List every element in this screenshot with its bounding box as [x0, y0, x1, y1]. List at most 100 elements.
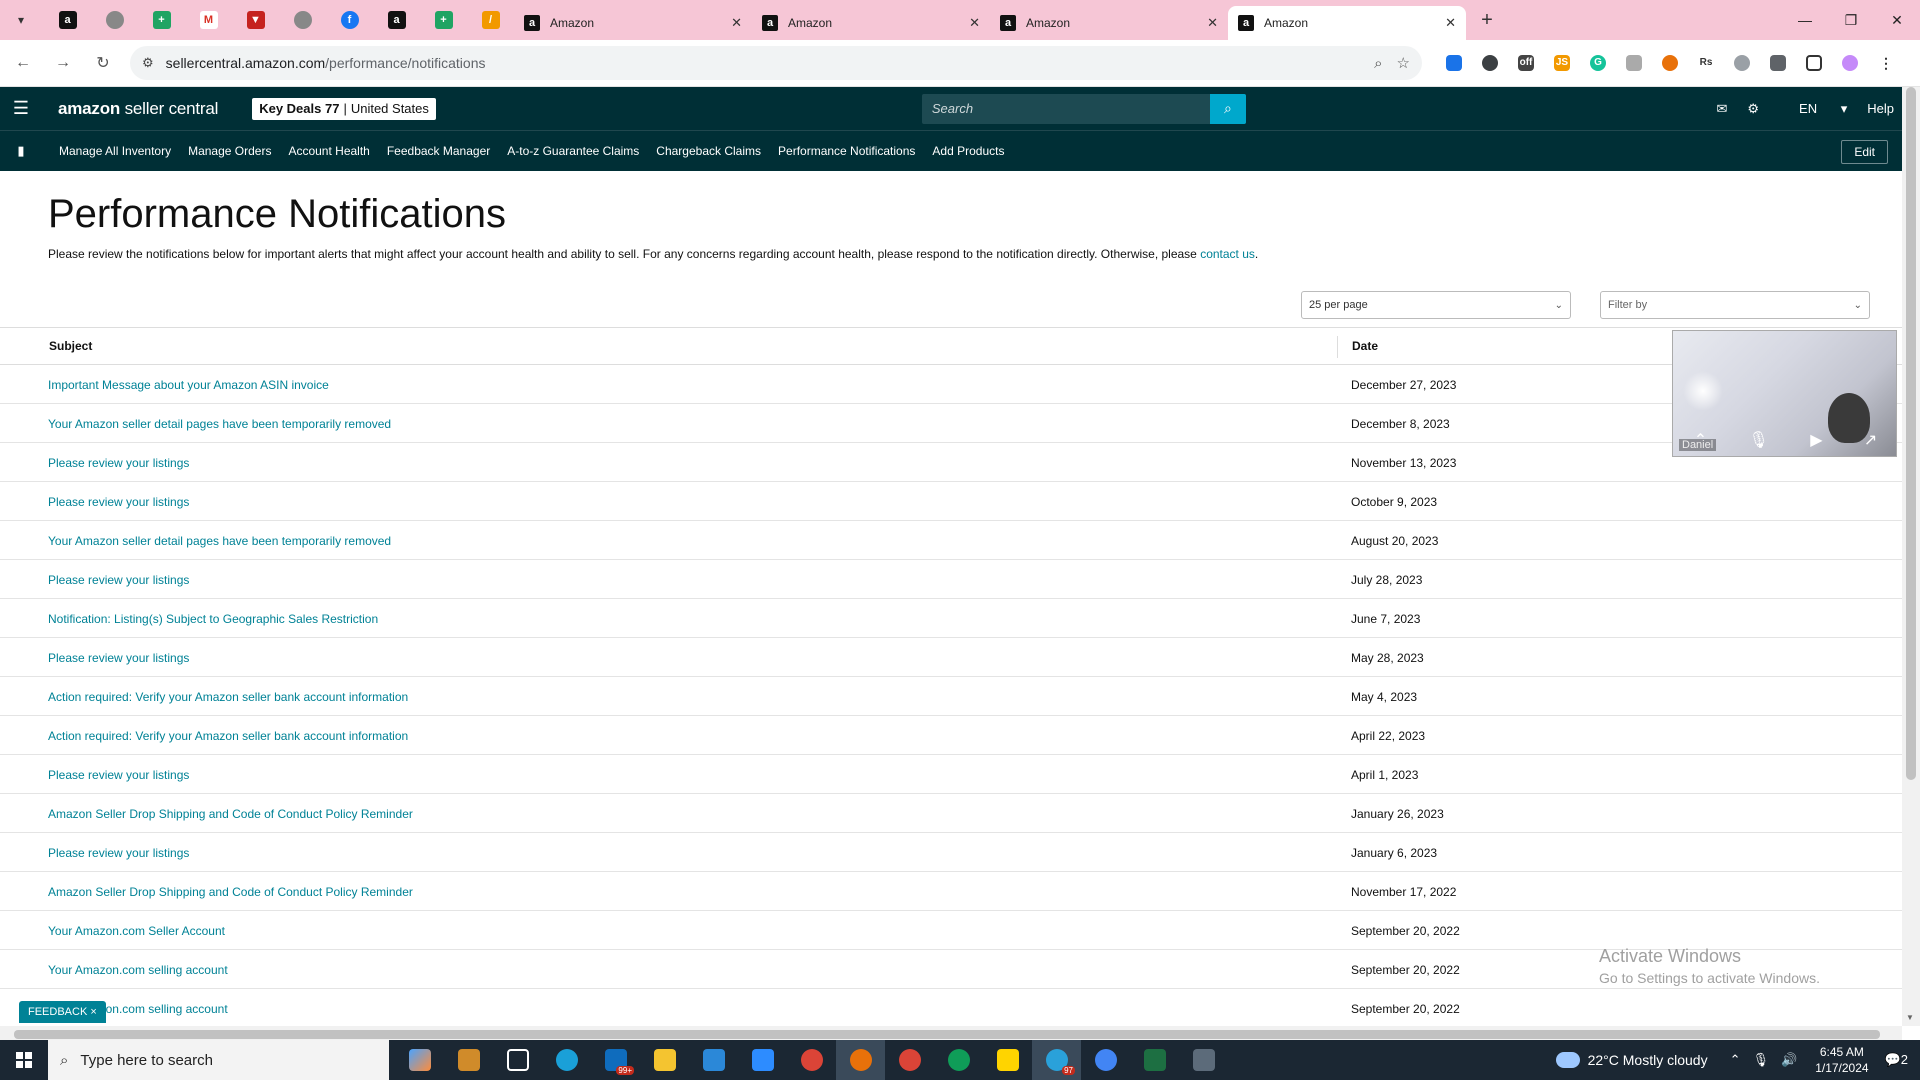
notification-subject-link[interactable]: Please review your listings: [48, 495, 189, 509]
notification-subject-link[interactable]: Please review your listings: [48, 456, 189, 470]
back-icon[interactable]: ←: [6, 46, 40, 80]
forward-icon[interactable]: →: [46, 46, 80, 80]
notification-subject-link[interactable]: Please review your listings: [48, 573, 189, 587]
nav-account-health[interactable]: Account Health: [288, 144, 369, 158]
close-window-icon[interactable]: ✕: [1874, 0, 1920, 40]
browser-tab-3[interactable]: a Amazon ✕: [990, 6, 1228, 40]
extension-icon[interactable]: [1652, 46, 1688, 80]
taskbar-zoom[interactable]: [738, 1040, 787, 1080]
restore-icon[interactable]: ❐: [1828, 0, 1874, 40]
taskbar-chrome-4[interactable]: [1081, 1040, 1130, 1080]
taskbar-chrome[interactable]: [787, 1040, 836, 1080]
taskbar-copilot[interactable]: [395, 1040, 444, 1080]
clock[interactable]: 6:45 AM 1/17/2024: [1815, 1044, 1868, 1076]
site-info-icon[interactable]: ⚙: [142, 55, 154, 71]
weather-widget[interactable]: 22°C Mostly cloudy: [1555, 1052, 1708, 1068]
nav-manage-orders[interactable]: Manage Orders: [188, 144, 271, 158]
taskbar-chrome-2[interactable]: [885, 1040, 934, 1080]
taskbar-calculator[interactable]: [1179, 1040, 1228, 1080]
profile-avatar[interactable]: [1832, 46, 1868, 80]
hamburger-menu-icon[interactable]: ☰: [0, 87, 42, 130]
extension-icon[interactable]: JS: [1544, 46, 1580, 80]
pinned-tab-web2[interactable]: [279, 0, 326, 40]
taskbar-sticky-notes[interactable]: [983, 1040, 1032, 1080]
notification-subject-link[interactable]: Amazon Seller Drop Shipping and Code of …: [48, 885, 413, 899]
extension-icon[interactable]: [1616, 46, 1652, 80]
side-panel-icon[interactable]: [1796, 46, 1832, 80]
extension-icon[interactable]: [1724, 46, 1760, 80]
nav-performance-notifications[interactable]: Performance Notifications: [778, 144, 915, 158]
extensions-puzzle-icon[interactable]: [1760, 46, 1796, 80]
microphone-icon[interactable]: 🎙: [1752, 1052, 1769, 1068]
vertical-scrollbar[interactable]: ▼: [1902, 87, 1920, 1026]
language-selector[interactable]: EN ▾: [1779, 101, 1847, 117]
extension-icon[interactable]: [1436, 46, 1472, 80]
nav-feedback-manager[interactable]: Feedback Manager: [387, 144, 490, 158]
taskbar-edge[interactable]: [542, 1040, 591, 1080]
extension-icon[interactable]: off: [1508, 46, 1544, 80]
contact-us-link[interactable]: contact us: [1200, 247, 1255, 261]
bookmark-star-icon[interactable]: ☆: [1397, 54, 1410, 72]
browser-menu-icon[interactable]: ⋮: [1868, 46, 1904, 80]
taskbar-store[interactable]: [689, 1040, 738, 1080]
close-tab-icon[interactable]: ✕: [1445, 15, 1456, 31]
popout-icon[interactable]: ↗: [1864, 430, 1877, 450]
seller-central-logo[interactable]: amazon seller central: [58, 99, 218, 119]
pinned-tab-gmail[interactable]: M: [185, 0, 232, 40]
pinned-tab-amazon[interactable]: a: [44, 0, 91, 40]
new-tab-icon[interactable]: +: [1472, 5, 1502, 35]
notification-subject-link[interactable]: Action required: Verify your Amazon sell…: [48, 729, 408, 743]
taskbar-chrome-active[interactable]: [836, 1040, 885, 1080]
taskbar-search-input[interactable]: ⌕ Type here to search: [48, 1040, 389, 1080]
pinned-tab-web[interactable]: [91, 0, 138, 40]
store-selector[interactable]: Key Deals 77 | United States: [252, 97, 436, 120]
scroll-down-icon[interactable]: ▼: [1906, 1013, 1914, 1022]
video-call-overlay[interactable]: ⌃ 🎙 ▶ ↗ Daniel: [1672, 330, 1897, 457]
pinned-tab-facebook[interactable]: f: [326, 0, 373, 40]
search-input[interactable]: Search: [922, 101, 1210, 116]
messages-icon[interactable]: ✉: [1716, 101, 1727, 117]
nav-chargeback-claims[interactable]: Chargeback Claims: [656, 144, 761, 158]
notification-subject-link[interactable]: Your Amazon.com selling account: [48, 963, 228, 977]
taskbar-file-explorer[interactable]: [640, 1040, 689, 1080]
zoom-icon[interactable]: ⌕: [1374, 55, 1382, 72]
taskbar-excel[interactable]: [1130, 1040, 1179, 1080]
taskbar-books[interactable]: [444, 1040, 493, 1080]
search-icon[interactable]: ⌕: [1209, 93, 1246, 124]
pinned-tab-red[interactable]: ▼: [232, 0, 279, 40]
notification-subject-link[interactable]: Amazon Seller Drop Shipping and Code of …: [48, 807, 413, 821]
help-link[interactable]: Help: [1867, 101, 1894, 116]
browser-tab-4-active[interactable]: a Amazon ✕: [1228, 6, 1466, 40]
per-page-select[interactable]: 25 per page ⌄: [1301, 291, 1571, 319]
settings-gear-icon[interactable]: ⚙: [1747, 101, 1759, 117]
nav-a-to-z-claims[interactable]: A-to-z Guarantee Claims: [507, 144, 639, 158]
scroll-thumb[interactable]: [1906, 87, 1916, 780]
bookmark-icon[interactable]: ▮: [0, 131, 42, 172]
taskbar-chrome-3[interactable]: [934, 1040, 983, 1080]
reload-icon[interactable]: ↻: [86, 46, 120, 80]
close-tab-icon[interactable]: ✕: [731, 15, 742, 31]
notification-subject-link[interactable]: Action required: Verify your Amazon sell…: [48, 690, 408, 704]
notification-subject-link[interactable]: Please review your listings: [48, 846, 189, 860]
edit-bookmarks-button[interactable]: Edit: [1841, 140, 1888, 164]
grammarly-icon[interactable]: G: [1580, 46, 1616, 80]
mic-muted-icon[interactable]: 🎙: [1748, 430, 1768, 450]
scroll-thumb[interactable]: [14, 1030, 1880, 1039]
volume-icon[interactable]: 🔊: [1781, 1052, 1797, 1068]
close-tab-icon[interactable]: ✕: [1207, 15, 1218, 31]
notification-subject-link[interactable]: Your Amazon seller detail pages have bee…: [48, 417, 391, 431]
extension-icon[interactable]: Rs: [1688, 46, 1724, 80]
notification-subject-link[interactable]: Your Amazon seller detail pages have bee…: [48, 534, 391, 548]
pinned-tab-sheets2[interactable]: +: [420, 0, 467, 40]
taskbar-mail[interactable]: 99+: [591, 1040, 640, 1080]
pinned-tab-sheets[interactable]: +: [138, 0, 185, 40]
chevron-up-icon[interactable]: ⌃: [1730, 1052, 1741, 1068]
notification-subject-link[interactable]: Please review your listings: [48, 768, 189, 782]
pinned-tab-amazon2[interactable]: a: [373, 0, 420, 40]
notification-icon[interactable]: 💬2: [1885, 1052, 1908, 1068]
pinned-tab-tool[interactable]: /: [467, 0, 514, 40]
camera-icon[interactable]: ▶: [1810, 430, 1822, 450]
browser-tab-1[interactable]: a Amazon ✕: [514, 6, 752, 40]
notification-subject-link[interactable]: Your Amazon.com Seller Account: [48, 924, 225, 938]
notification-subject-link[interactable]: Notification: Listing(s) Subject to Geog…: [48, 612, 378, 626]
